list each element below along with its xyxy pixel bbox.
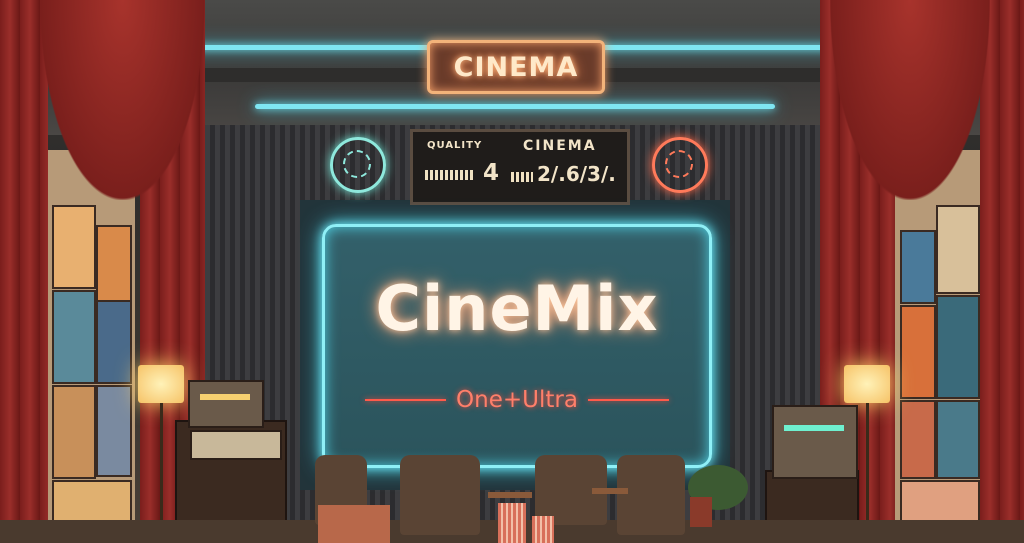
jukebox-left-top xyxy=(188,380,264,428)
poster xyxy=(52,290,96,384)
right-curtain-valance xyxy=(830,0,990,200)
poster xyxy=(900,230,936,304)
poster xyxy=(936,400,980,479)
poster xyxy=(900,305,936,399)
poster xyxy=(936,295,980,399)
striped-stool xyxy=(498,503,526,543)
cinema-scene: CINEMA QUALITY CINEMA 4 2/.6/3/. CineMix… xyxy=(0,0,1024,543)
marquee-bar xyxy=(425,170,475,180)
plant-pot xyxy=(690,497,712,527)
marquee-line2-left: 4 xyxy=(483,160,500,186)
neon-screen: CineMix One+Ultra xyxy=(322,224,712,468)
film-reel-icon-left xyxy=(330,137,386,193)
poster xyxy=(936,205,980,294)
floor-lamp-left xyxy=(138,365,184,403)
poster xyxy=(96,300,132,384)
striped-stool xyxy=(532,516,554,543)
poster xyxy=(96,385,132,477)
marquee-line2-right: 2/.6/3/. xyxy=(537,162,616,186)
poster xyxy=(900,400,936,479)
ceiling-neon-strip-bottom xyxy=(255,104,775,109)
poster xyxy=(52,205,96,289)
screen-subtitle-row: One+Ultra xyxy=(365,385,669,415)
marquee-board: QUALITY CINEMA 4 2/.6/3/. xyxy=(410,129,630,205)
poster xyxy=(52,385,96,479)
screen-title: CineMix xyxy=(375,272,659,345)
cinema-sign-text: CINEMA xyxy=(453,51,579,83)
floor-lamp-right xyxy=(844,365,890,403)
poster xyxy=(96,225,132,304)
armchair xyxy=(400,455,480,535)
side-table xyxy=(592,488,628,494)
subtitle-rule-right xyxy=(587,399,669,401)
cinema-neon-sign: CINEMA xyxy=(427,40,605,94)
armchair xyxy=(617,455,685,535)
jukebox-left-display xyxy=(190,430,282,460)
subtitle-rule-left xyxy=(365,399,447,401)
screen-subtitle: One+Ultra xyxy=(456,387,578,413)
marquee-line1-left: QUALITY xyxy=(427,140,483,151)
marquee-bar xyxy=(511,172,533,182)
lamp-pole xyxy=(866,403,869,523)
lamp-pole xyxy=(160,403,163,523)
film-reel-icon-right xyxy=(652,137,708,193)
left-curtain-valance xyxy=(40,0,205,200)
marquee-line1-right: CINEMA xyxy=(523,138,597,154)
jukebox-right-top xyxy=(772,405,858,479)
side-table xyxy=(488,492,532,498)
coffee-table xyxy=(318,505,390,543)
